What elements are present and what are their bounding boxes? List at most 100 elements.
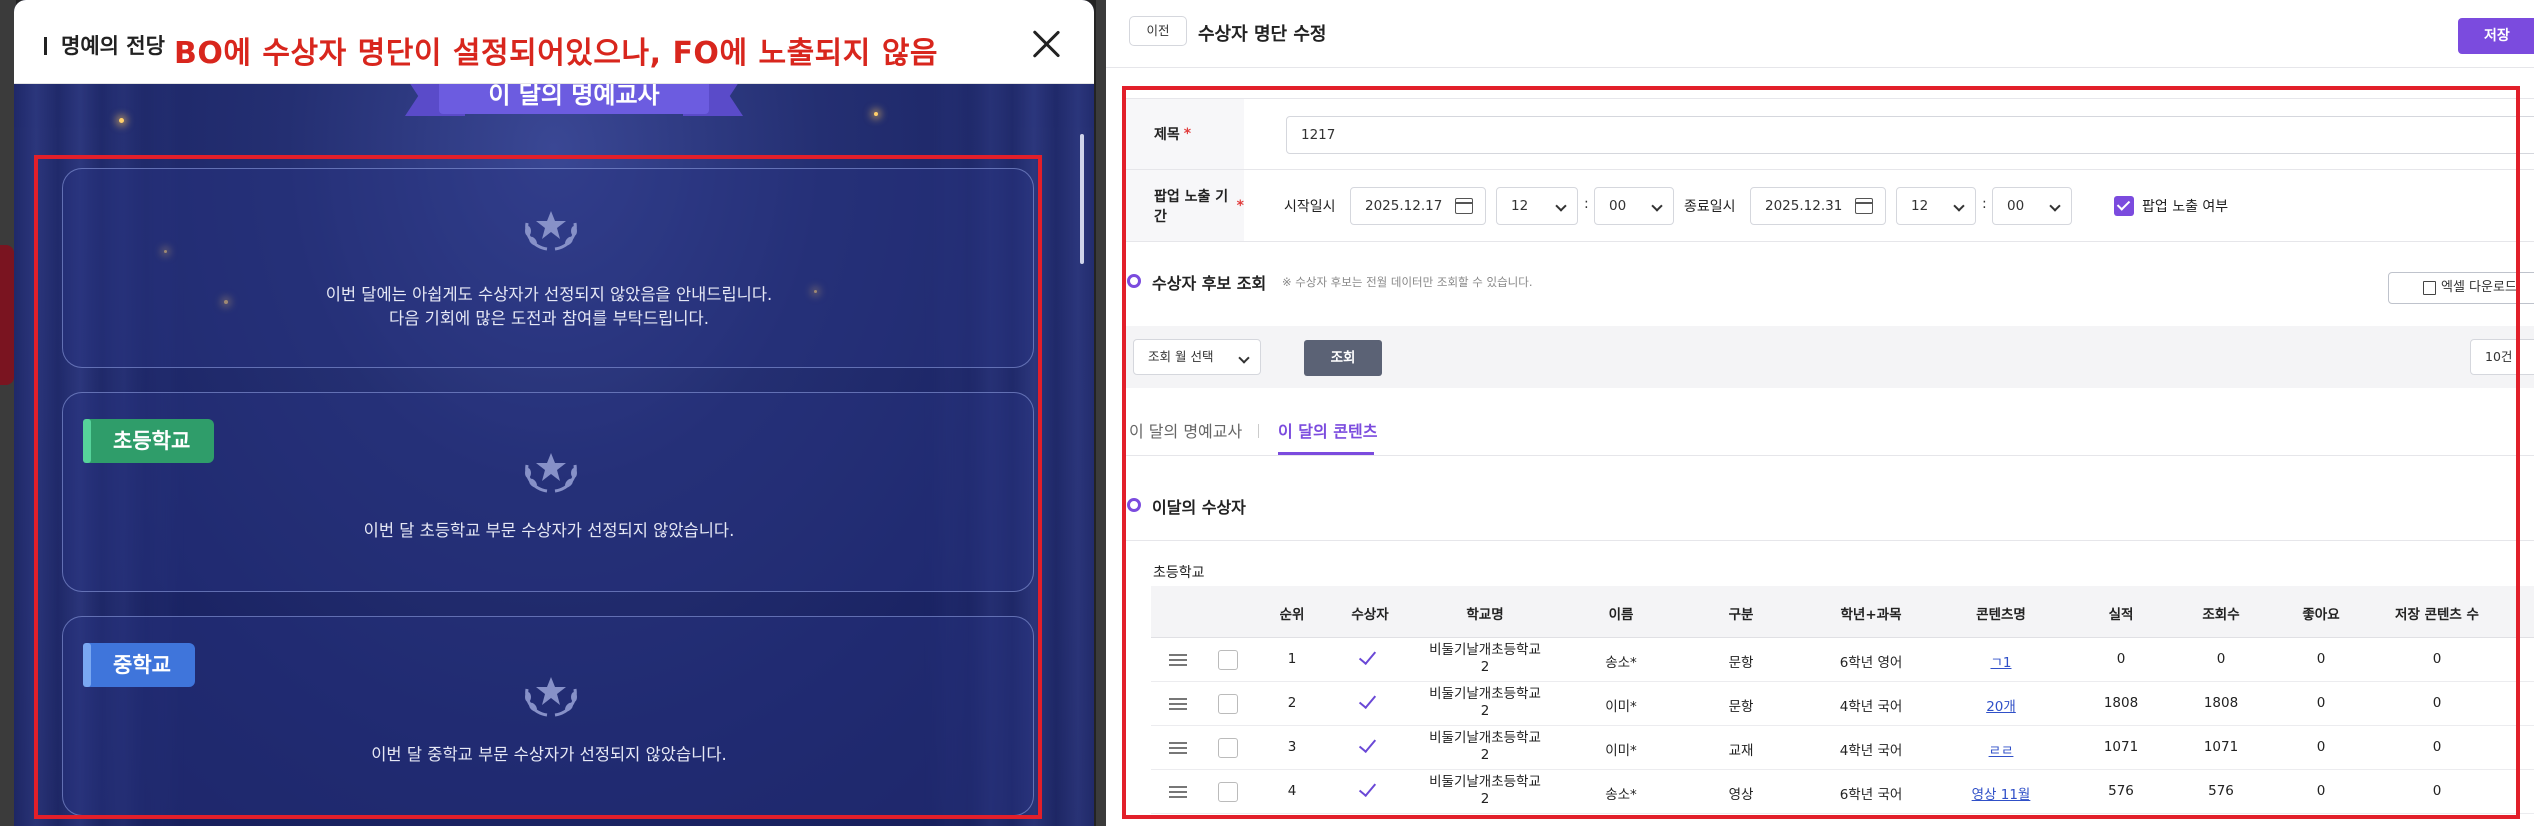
background-strip [1096, 0, 1106, 826]
end-minute-select[interactable]: 00 [1992, 187, 2072, 225]
save-button[interactable]: 저장 [2458, 18, 2534, 54]
modal-scrollbar[interactable] [1080, 134, 1084, 264]
popup-visible-checkbox[interactable] [2114, 196, 2134, 216]
column-header: 실적 [2108, 607, 2134, 623]
type-cell: 문항 [1728, 655, 1754, 671]
content-link[interactable]: 20개 [1941, 695, 2061, 715]
calendar-icon[interactable] [1455, 198, 1473, 214]
performance-cell: 0 [2116, 651, 2126, 667]
row-checkbox[interactable] [1218, 650, 1238, 670]
school-cell: 비둘기날개초등학교2 [1429, 730, 1541, 763]
start-hour-select[interactable]: 12 [1496, 187, 1578, 225]
start-minute-select[interactable]: 00 [1594, 187, 1674, 225]
content-link[interactable]: 영상 11월 [1941, 783, 2061, 803]
content-link[interactable]: ㄱ1 [1941, 651, 2061, 671]
start-minute-value: 00 [1609, 198, 1627, 214]
saved-count-cell: 0 [2432, 783, 2442, 799]
chevron-down-icon [1953, 200, 1965, 212]
popup-visible-label: 팝업 노출 여부 [2142, 199, 2229, 215]
start-date-value: 2025.12.17 [1365, 198, 1443, 214]
school-cell: 비둘기날개초등학교2 [1429, 686, 1541, 719]
end-hour-select[interactable]: 12 [1896, 187, 1976, 225]
screenshot-root: 이 달의 명예교사 명예의 전당 BO에 수상자 명단이 설정되어있으나, FO… [0, 0, 2534, 826]
notice-line: 이번 달에는 아쉽게도 수상자가 선정되지 않았음을 안내드립니다. [325, 285, 773, 304]
hall-of-fame-modal: 이 달의 명예교사 명예의 전당 BO에 수상자 명단이 설정되어있으나, FO… [14, 0, 1094, 826]
row-checkbox[interactable] [1218, 694, 1238, 714]
likes-cell: 0 [2316, 695, 2326, 711]
start-label: 시작일시 [1284, 199, 1336, 215]
middle-school-award-card: 중학교 이번 달 중학교 부문 수상자가 선정되지 않았습니다. [62, 616, 1034, 816]
grade-subject-cell: 6학년 영어 [1839, 655, 1903, 671]
name-cell: 이미* [1605, 699, 1637, 715]
views-cell: 1808 [2203, 695, 2239, 711]
column-header: 좋아요 [2302, 607, 2340, 623]
rank-cell: 2 [1287, 695, 1297, 711]
modal-content: 이번 달에는 아쉽게도 수상자가 선정되지 않았음을 안내드립니다. 다음 기회… [34, 156, 1074, 826]
table-header: 순위 수상자 학교명 이름 구분 학년+과목 콘텐츠명 실적 조회수 좋아요 저… [1151, 586, 2534, 638]
table-row[interactable]: 4 비둘기날개초등학교2 송소* 영상 6학년 국어 영상 11월 576 57… [1151, 770, 2534, 814]
elementary-message: 이번 달 초등학교 부문 수상자가 선정되지 않았습니다. [363, 521, 735, 540]
middle-school-badge: 중학교 [83, 643, 195, 687]
calendar-icon[interactable] [1855, 198, 1873, 214]
sparkle [874, 112, 878, 116]
modal-title: 명예의 전당 [44, 30, 165, 60]
start-date-input[interactable]: 2025.12.17 [1350, 187, 1486, 225]
back-office-view: 이전 수상자 명단 수정 저장 제목 * 1217 팝업 노출 기간 * 시작일시 … [1106, 0, 2534, 826]
drag-handle-icon[interactable] [1169, 742, 1187, 754]
tab-honor-teacher[interactable]: 이 달의 명예교사 [1129, 418, 1242, 442]
start-hour-value: 12 [1511, 198, 1529, 214]
form-row-title: 제목 * 1217 [1124, 98, 2534, 170]
column-header: 조회수 [2202, 607, 2240, 623]
form-row-period: 팝업 노출 기간 * 시작일시 2025.12.17 12 : 00 종료일시 2… [1124, 170, 2534, 242]
performance-cell: 1808 [2103, 695, 2139, 711]
month-select-value: 조회 월 선택 [1148, 349, 1214, 364]
views-cell: 1071 [2203, 739, 2239, 755]
table-row[interactable]: 2 비둘기날개초등학교2 이미* 문항 4학년 국어 20개 1808 1808… [1151, 682, 2534, 726]
column-header: 저장 콘텐츠 수 [2395, 607, 2479, 623]
winners-section-title: 이달의 수상자 [1152, 498, 1246, 517]
table-row[interactable]: 3 비둘기날개초등학교2 이미* 교재 4학년 국어 ㄹㄹ 1071 1071 … [1151, 726, 2534, 770]
rank-cell: 4 [1287, 783, 1297, 799]
prev-button[interactable]: 이전 [1129, 16, 1187, 46]
page-title: 수상자 명단 수정 [1198, 24, 1327, 45]
drag-handle-icon[interactable] [1169, 698, 1187, 710]
end-label: 종료일시 [1684, 199, 1736, 215]
period-label: 팝업 노출 기간 [1154, 188, 1229, 225]
search-button[interactable]: 조회 [1304, 340, 1382, 376]
name-cell: 이미* [1605, 743, 1637, 759]
winner-check-icon [1358, 690, 1377, 710]
grade-subject-cell: 4학년 국어 [1839, 699, 1903, 715]
time-colon: : [1982, 196, 1987, 212]
column-header: 수상자 [1351, 607, 1389, 623]
required-mark: * [1236, 197, 1244, 214]
content-link[interactable]: ㄹㄹ [1941, 739, 2061, 759]
row-checkbox[interactable] [1218, 738, 1238, 758]
group-label-elementary: 초등학교 [1153, 565, 1205, 581]
chevron-down-icon [1238, 352, 1250, 364]
row-checkbox[interactable] [1218, 782, 1238, 802]
end-date-input[interactable]: 2025.12.31 [1750, 187, 1886, 225]
title-input[interactable]: 1217 [1286, 116, 2534, 154]
notice-line: 다음 기회에 많은 도전과 참여를 부탁드립니다. [389, 309, 709, 328]
likes-cell: 0 [2316, 651, 2326, 667]
end-minute-value: 00 [2007, 198, 2025, 214]
saved-count-cell: 0 [2432, 695, 2442, 711]
tab-monthly-content[interactable]: 이 달의 콘텐츠 [1278, 418, 1377, 442]
form-label: 제목 * [1124, 99, 1244, 169]
notice-message: 이번 달에는 아쉽게도 수상자가 선정되지 않았음을 안내드립니다. 다음 기회… [63, 283, 1035, 331]
chevron-down-icon [1555, 200, 1567, 212]
chevron-down-icon [2049, 200, 2061, 212]
drag-handle-icon[interactable] [1169, 654, 1187, 666]
top-bar: 이전 수상자 명단 수정 저장 [1106, 0, 2534, 68]
saved-count-cell: 0 [2432, 651, 2442, 667]
table-row[interactable]: 1 비둘기날개초등학교2 송소* 문항 6학년 영어 ㄱ1 0 0 0 0 [1151, 638, 2534, 682]
excel-download-button[interactable]: 엑셀 다운로드 [2388, 272, 2534, 304]
close-icon[interactable] [1026, 24, 1066, 64]
laurel-star-icon [525, 211, 577, 251]
month-select[interactable]: 조회 월 선택 [1133, 339, 1261, 375]
drag-handle-icon[interactable] [1169, 786, 1187, 798]
title-label: 제목 [1154, 127, 1180, 143]
page-size-select[interactable]: 10건 [2470, 339, 2534, 375]
column-header: 이름 [1608, 607, 1634, 623]
middle-school-message: 이번 달 중학교 부문 수상자가 선정되지 않았습니다. [371, 745, 727, 764]
